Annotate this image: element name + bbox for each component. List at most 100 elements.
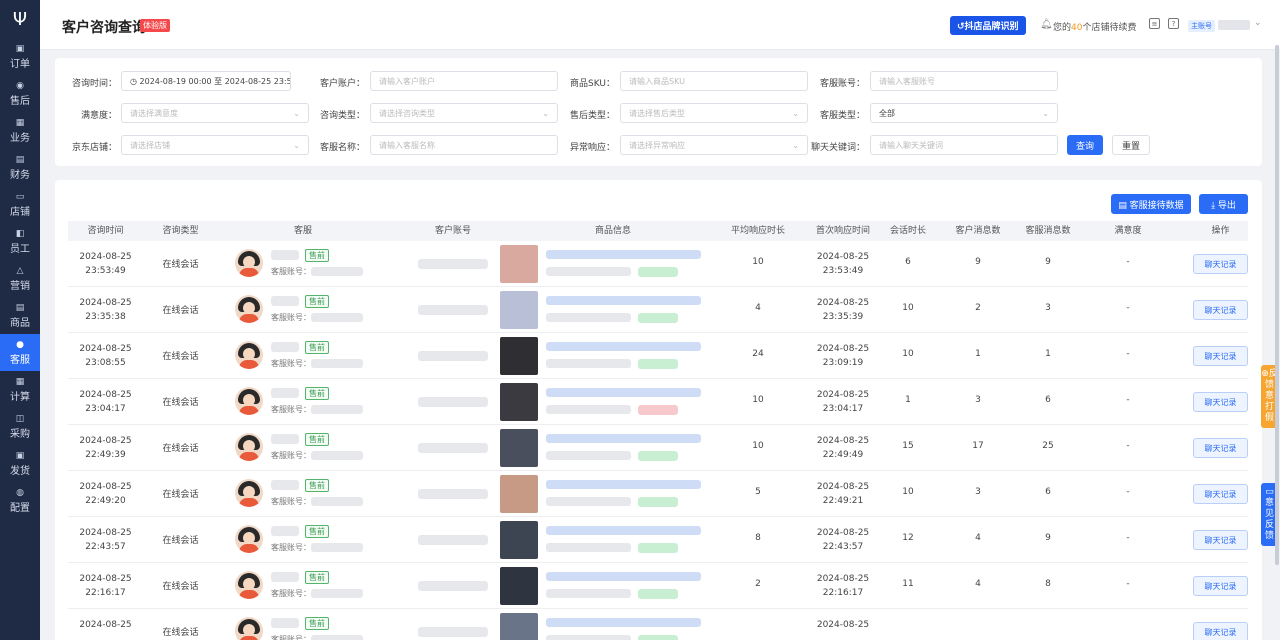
consult-time-label: 咨询时间： xyxy=(71,79,117,89)
sidebar-item[interactable]: ▭ 店铺 xyxy=(0,186,40,223)
sidebar-item[interactable]: ◫ 采购 xyxy=(0,408,40,445)
product-title-redacted[interactable] xyxy=(546,296,701,305)
message-icon[interactable]: ≡ xyxy=(1149,18,1160,29)
cs-message-count: 25 xyxy=(1042,441,1054,451)
avg-response-time: 10 xyxy=(752,257,764,267)
product-thumbnail[interactable] xyxy=(500,245,538,283)
cs-name-redacted xyxy=(271,572,299,582)
product-status-tag xyxy=(638,451,678,461)
first-response-date: 2024-08-25 xyxy=(816,436,870,446)
chat-record-button[interactable]: 聊天记录 xyxy=(1193,438,1248,458)
help-icon[interactable]: ? xyxy=(1168,18,1179,29)
product-title-redacted[interactable] xyxy=(546,388,701,397)
sidebar-item[interactable]: ◍ 配置 xyxy=(0,482,40,519)
table-row: 2024-08-25 23:53:49 在线会话 售前 客服账号： 10 2024-08-2… xyxy=(68,241,1248,287)
cs-name-redacted xyxy=(271,480,299,490)
presale-tag: 售前 xyxy=(305,479,329,492)
nav-icon: ◫ xyxy=(15,413,25,424)
reset-button[interactable]: 重置 xyxy=(1112,135,1150,155)
consult-clock: 23:08:55 xyxy=(85,358,126,368)
satisfaction-value: - xyxy=(1126,441,1130,451)
chat-record-button[interactable]: 聊天记录 xyxy=(1193,300,1248,320)
avatar xyxy=(235,433,263,461)
jd-shop-select[interactable]: 请选择店铺 ⌄ xyxy=(121,135,309,155)
query-button[interactable]: 查询 xyxy=(1067,135,1103,155)
sidebar-item[interactable]: ▣ 发货 xyxy=(0,445,40,482)
cs-type-select[interactable]: 全部 ⌄ xyxy=(870,103,1058,123)
column-header: 首次响应时间 xyxy=(815,226,870,236)
product-sku-redacted xyxy=(546,313,631,322)
chat-record-button[interactable]: 聊天记录 xyxy=(1193,392,1248,412)
cs-name-input[interactable]: 请输入客服名称 xyxy=(370,135,558,155)
product-thumbnail[interactable] xyxy=(500,567,538,605)
consult-type-placeholder: 请选择咨询类型 xyxy=(379,108,435,118)
bell-icon[interactable]: 🔔︎ xyxy=(1040,19,1053,30)
sidebar-item[interactable]: ▦ 业务 xyxy=(0,112,40,149)
sku-input[interactable]: 请输入商品SKU xyxy=(620,71,808,91)
chat-record-button[interactable]: 聊天记录 xyxy=(1193,346,1248,366)
customer-account-redacted xyxy=(418,581,488,591)
consult-clock: 22:49:20 xyxy=(85,496,126,506)
aftersale-type-select[interactable]: 请选择售后类型 ⌄ xyxy=(620,103,808,123)
account-name[interactable] xyxy=(1218,20,1250,30)
sidebar-item[interactable]: ▦ 计算 xyxy=(0,371,40,408)
product-thumbnail[interactable] xyxy=(500,383,538,421)
first-response-time: 2024-08-25 22:43:57 xyxy=(808,526,878,554)
customer-account-input[interactable]: 请输入客户账户 xyxy=(370,71,558,91)
avatar-face xyxy=(243,440,255,452)
page-scrollbar[interactable] xyxy=(1275,45,1279,565)
chevron-down-icon[interactable]: ⌄ xyxy=(1254,18,1262,28)
session-duration: 11 xyxy=(902,579,914,589)
consult-time-range[interactable]: ◷ 2024-08-19 00:00 至 2024-08-25 23:59 xyxy=(121,71,291,91)
product-thumbnail[interactable] xyxy=(500,337,538,375)
reception-data-button[interactable]: ▤ 客服接待数据 xyxy=(1111,194,1191,214)
chat-record-button[interactable]: 聊天记录 xyxy=(1193,622,1248,640)
product-thumbnail[interactable] xyxy=(500,613,538,640)
brand-recognition-button[interactable]: ↺抖店品牌识别 xyxy=(950,16,1026,35)
cs-account-label: 客服账号： xyxy=(271,543,311,552)
consult-type-select[interactable]: 请选择咨询类型 ⌄ xyxy=(370,103,558,123)
product-thumbnail[interactable] xyxy=(500,521,538,559)
keyword-input[interactable]: 请输入聊天关键词 xyxy=(870,135,1058,155)
sidebar-item[interactable]: ▣ 订单 xyxy=(0,38,40,75)
sidebar-item[interactable]: ● 客服 xyxy=(0,334,40,371)
product-title-redacted[interactable] xyxy=(546,250,701,259)
customer-account-label: 客户账户： xyxy=(319,79,365,89)
product-status-tag xyxy=(638,405,678,415)
product-title-redacted[interactable] xyxy=(546,526,701,535)
product-sku-redacted xyxy=(546,635,631,640)
chat-record-button[interactable]: 聊天记录 xyxy=(1193,576,1248,596)
app-logo[interactable]: Ψ xyxy=(0,0,40,38)
product-title-redacted[interactable] xyxy=(546,480,701,489)
consult-time: 2024-08-25 22:16:17 xyxy=(73,572,138,600)
sidebar-item-label: 业务 xyxy=(10,132,30,144)
product-title-redacted[interactable] xyxy=(546,572,701,581)
sidebar-item[interactable]: ▤ 财务 xyxy=(0,149,40,186)
product-thumbnail[interactable] xyxy=(500,429,538,467)
cs-account-input[interactable]: 请输入客服账号 xyxy=(870,71,1058,91)
chat-record-button[interactable]: 聊天记录 xyxy=(1193,530,1248,550)
product-title-redacted[interactable] xyxy=(546,434,701,443)
sidebar-item[interactable]: ◉ 售后 xyxy=(0,75,40,112)
sidebar-item-label: 员工 xyxy=(10,243,30,255)
product-thumbnail[interactable] xyxy=(500,291,538,329)
consult-time: 2024-08-25 23:53:49 xyxy=(73,250,138,278)
satisfaction-select[interactable]: 请选择满意度 ⌄ xyxy=(121,103,309,123)
customer-account-redacted xyxy=(418,535,488,545)
sidebar-item[interactable]: △ 营销 xyxy=(0,260,40,297)
product-title-redacted[interactable] xyxy=(546,342,701,351)
session-duration: 10 xyxy=(902,349,914,359)
column-header: 客服消息数 xyxy=(1025,226,1071,236)
abnormal-select[interactable]: 请选择异常响应 ⌄ xyxy=(620,135,808,155)
chat-record-button[interactable]: 聊天记录 xyxy=(1193,484,1248,504)
chat-record-button[interactable]: 聊天记录 xyxy=(1193,254,1248,274)
consult-type: 在线会话 xyxy=(162,536,199,546)
product-thumbnail[interactable] xyxy=(500,475,538,513)
product-title-redacted[interactable] xyxy=(546,618,701,627)
first-response-clock: 22:43:57 xyxy=(822,542,864,552)
export-button[interactable]: ⤓ 导出 xyxy=(1199,194,1248,214)
renewal-notice[interactable]: 您的40个店铺待续费 xyxy=(1053,20,1136,33)
cs-name-redacted xyxy=(271,526,299,536)
sidebar-item[interactable]: ◧ 员工 xyxy=(0,223,40,260)
sidebar-item[interactable]: ▤ 商品 xyxy=(0,297,40,334)
